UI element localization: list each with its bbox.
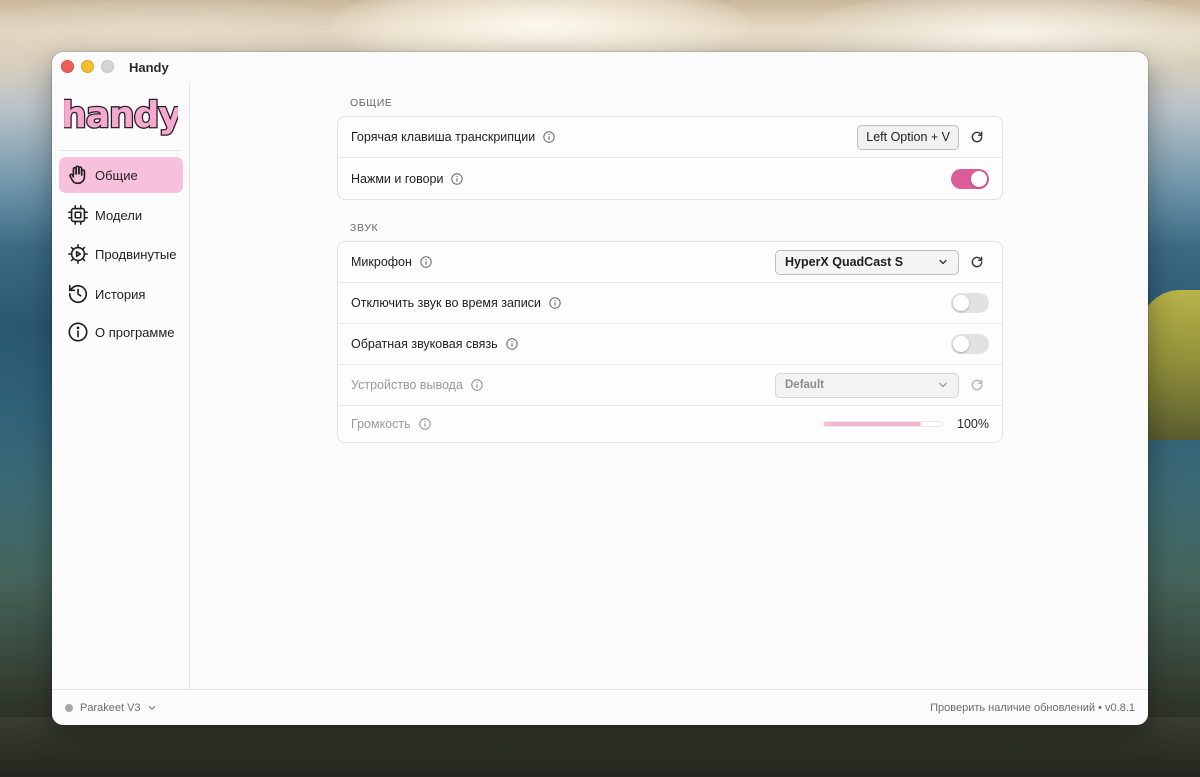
hotkey-label: Горячая клавиша транскрипции xyxy=(351,130,536,144)
sidebar-item-general[interactable]: Общие xyxy=(59,157,183,193)
info-icon xyxy=(67,321,89,343)
push-to-talk-label: Нажми и говори xyxy=(351,171,444,186)
audio-feedback-toggle[interactable] xyxy=(951,334,989,354)
reset-icon xyxy=(971,131,983,143)
toggle-knob xyxy=(953,295,969,311)
info-icon[interactable] xyxy=(471,379,483,391)
section-title-general: ОБЩИЕ xyxy=(350,97,393,109)
mute-while-recording-label: Отключить звук во время записи xyxy=(351,296,541,310)
sound-settings-card: Микрофон HyperX QuadCast S Отключить зву… xyxy=(337,241,1003,443)
model-selector[interactable]: Parakeet V3 xyxy=(65,702,157,714)
output-device-value: Default xyxy=(785,379,824,391)
svg-text:handy: handy xyxy=(64,95,178,136)
model-status-dot xyxy=(65,703,73,712)
reset-icon xyxy=(971,379,983,391)
hand-icon xyxy=(67,164,89,186)
gear-play-icon xyxy=(67,243,89,265)
info-icon[interactable] xyxy=(549,297,561,309)
sidebar-item-label: Модели xyxy=(95,207,143,223)
title-bar: Handy xyxy=(52,52,1148,82)
sidebar-item-label: Общие xyxy=(95,167,138,183)
microphone-row: Микрофон HyperX QuadCast S xyxy=(338,242,1002,283)
mute-while-recording-row: Отключить звук во время записи xyxy=(338,283,1002,324)
hotkey-button[interactable]: Left Option + V xyxy=(857,124,959,150)
mute-while-recording-toggle[interactable] xyxy=(951,293,989,313)
volume-row: Громкость 100% xyxy=(338,406,1002,442)
chevron-down-icon xyxy=(939,259,947,265)
divider xyxy=(60,150,182,151)
check-updates-link[interactable]: Проверить наличие обновлений • v0.8.1 xyxy=(930,702,1135,714)
toggle-knob xyxy=(953,336,969,352)
info-icon[interactable] xyxy=(543,131,555,143)
reset-output-device-button[interactable] xyxy=(965,373,989,397)
chevron-down-icon xyxy=(148,705,155,710)
volume-slider-fill xyxy=(824,422,921,426)
section-title-sound: ЗВУК xyxy=(350,222,379,234)
reset-microphone-button[interactable] xyxy=(965,250,989,274)
sidebar: handy Общие Модели Продвинутые История О… xyxy=(52,82,190,689)
sidebar-item-advanced[interactable]: Продвинутые xyxy=(59,236,183,272)
sidebar-item-models[interactable]: Модели xyxy=(59,197,183,233)
microphone-label: Микрофон xyxy=(351,255,412,269)
info-icon[interactable] xyxy=(451,172,464,185)
sidebar-item-label: О программе xyxy=(95,324,175,340)
volume-slider[interactable] xyxy=(823,421,943,427)
microphone-value: HyperX QuadCast S xyxy=(785,255,904,269)
push-to-talk-toggle[interactable] xyxy=(951,168,989,189)
output-device-select[interactable]: Default xyxy=(775,372,959,398)
toggle-knob xyxy=(971,170,987,187)
background-hill xyxy=(1140,290,1200,440)
audio-feedback-label: Обратная звуковая связь xyxy=(351,337,498,351)
volume-value: 100% xyxy=(957,417,989,431)
minimize-window-button[interactable] xyxy=(81,60,94,73)
info-icon[interactable] xyxy=(420,256,432,268)
microphone-select[interactable]: HyperX QuadCast S xyxy=(775,249,959,275)
push-to-talk-row: Нажми и говори xyxy=(338,158,1002,199)
model-name: Parakeet V3 xyxy=(80,701,141,714)
sidebar-item-label: Продвинутые xyxy=(95,246,177,262)
background-cliff xyxy=(0,717,1200,777)
close-window-button[interactable] xyxy=(61,60,74,73)
history-icon xyxy=(67,283,89,305)
window-title: Handy xyxy=(129,60,169,75)
general-settings-card: Горячая клавиша транскрипции Left Option… xyxy=(337,116,1003,200)
reset-icon xyxy=(971,256,983,268)
footer: Parakeet V3 Проверить наличие обновлений… xyxy=(52,689,1148,725)
info-icon[interactable] xyxy=(418,418,431,430)
sidebar-item-label: История xyxy=(95,286,146,302)
hotkey-row: Горячая клавиша транскрипции Left Option… xyxy=(338,117,1002,158)
chip-icon xyxy=(67,204,89,226)
app-window: Handy handy Общие Модели Продвинутые Ист… xyxy=(52,52,1148,725)
zoom-window-button[interactable] xyxy=(101,60,114,73)
handy-logo: handy xyxy=(64,94,178,138)
output-device-label: Устройство вывода xyxy=(351,378,463,392)
info-icon[interactable] xyxy=(506,338,518,350)
output-device-row: Устройство вывода Default xyxy=(338,365,1002,406)
reset-hotkey-button[interactable] xyxy=(965,125,989,149)
sidebar-item-history[interactable]: История xyxy=(59,276,183,312)
chevron-down-icon xyxy=(939,382,947,388)
sidebar-item-about[interactable]: О программе xyxy=(59,314,183,350)
audio-feedback-row: Обратная звуковая связь xyxy=(338,324,1002,365)
volume-label: Громкость xyxy=(351,417,411,431)
settings-content: ОБЩИЕ Горячая клавиша транскрипции Left … xyxy=(191,82,1148,689)
